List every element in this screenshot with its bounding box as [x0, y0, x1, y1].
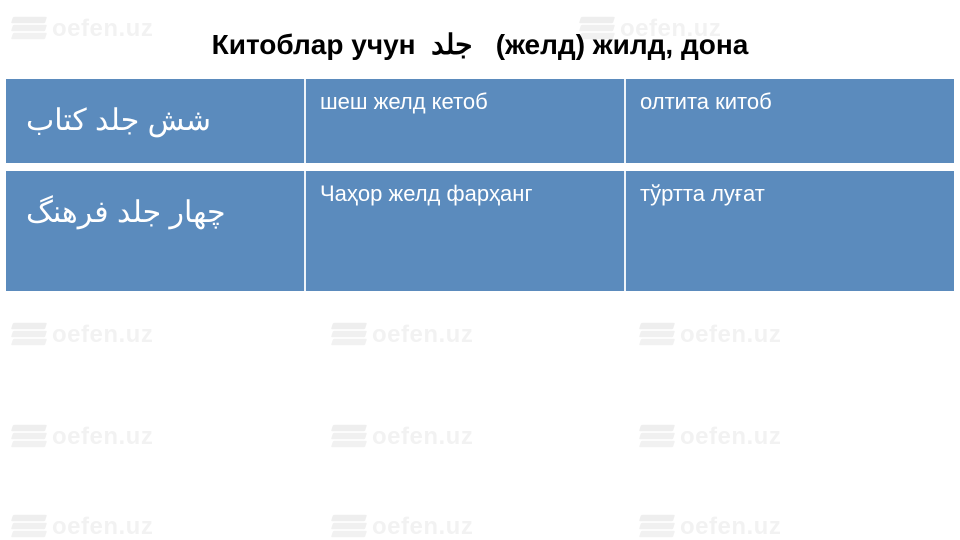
stack-icon — [640, 512, 674, 540]
watermark-text: oefen.uz — [52, 513, 153, 540]
stack-icon — [332, 320, 366, 350]
vocab-table: شش جلد کتاب шеш желд кетоб олтита китоб … — [0, 79, 960, 291]
persian-text: شش جلد کتاب — [26, 97, 211, 145]
cell-translation: олтита китоб — [626, 79, 954, 163]
cell-translation: тўртта луғат — [626, 171, 954, 291]
cell-persian: شش جلد کتاب — [6, 79, 306, 163]
watermark-text: oefen.uz — [372, 423, 473, 451]
stack-icon — [332, 512, 366, 540]
title-part-3: (желд) жилд, дона — [496, 29, 749, 60]
translation-text: олтита китоб — [640, 89, 772, 115]
cell-translit: Чаҳор желд фарҳанг — [306, 171, 626, 291]
page-title: Китоблар учун جلد (желд) жилд, дона — [0, 28, 960, 61]
watermark-text: oefen.uz — [680, 513, 781, 540]
stack-icon — [640, 422, 674, 452]
stack-icon — [332, 422, 366, 452]
slide-content: Китоблар учун جلد (желд) жилд, дона شش ج… — [0, 0, 960, 291]
title-part-1: Китоблар учун — [212, 29, 416, 60]
watermark-text: oefen.uz — [372, 513, 473, 540]
cell-translit: шеш желд кетоб — [306, 79, 626, 163]
watermark-text: oefen.uz — [680, 423, 781, 451]
stack-icon — [12, 320, 46, 350]
translit-text: шеш желд кетоб — [320, 89, 488, 115]
persian-text: چهار جلد فرهنگ — [26, 189, 226, 237]
watermark-text: oefen.uz — [372, 321, 473, 349]
watermark-text: oefen.uz — [52, 423, 153, 451]
table-row: چهار جلد فرهنگ Чаҳор желд фарҳанг тўртта… — [6, 171, 954, 291]
watermark-text: oefen.uz — [52, 321, 153, 349]
translation-text: тўртта луғат — [640, 181, 765, 207]
table-row: شش جلد کتاب шеш желд кетоб олтита китоб — [6, 79, 954, 163]
watermark-text: oefen.uz — [680, 321, 781, 349]
translit-text: Чаҳор желд фарҳанг — [320, 181, 532, 207]
stack-icon — [12, 512, 46, 540]
title-arabic: جلد — [431, 29, 472, 60]
stack-icon — [640, 320, 674, 350]
stack-icon — [12, 422, 46, 452]
cell-persian: چهار جلد فرهنگ — [6, 171, 306, 291]
